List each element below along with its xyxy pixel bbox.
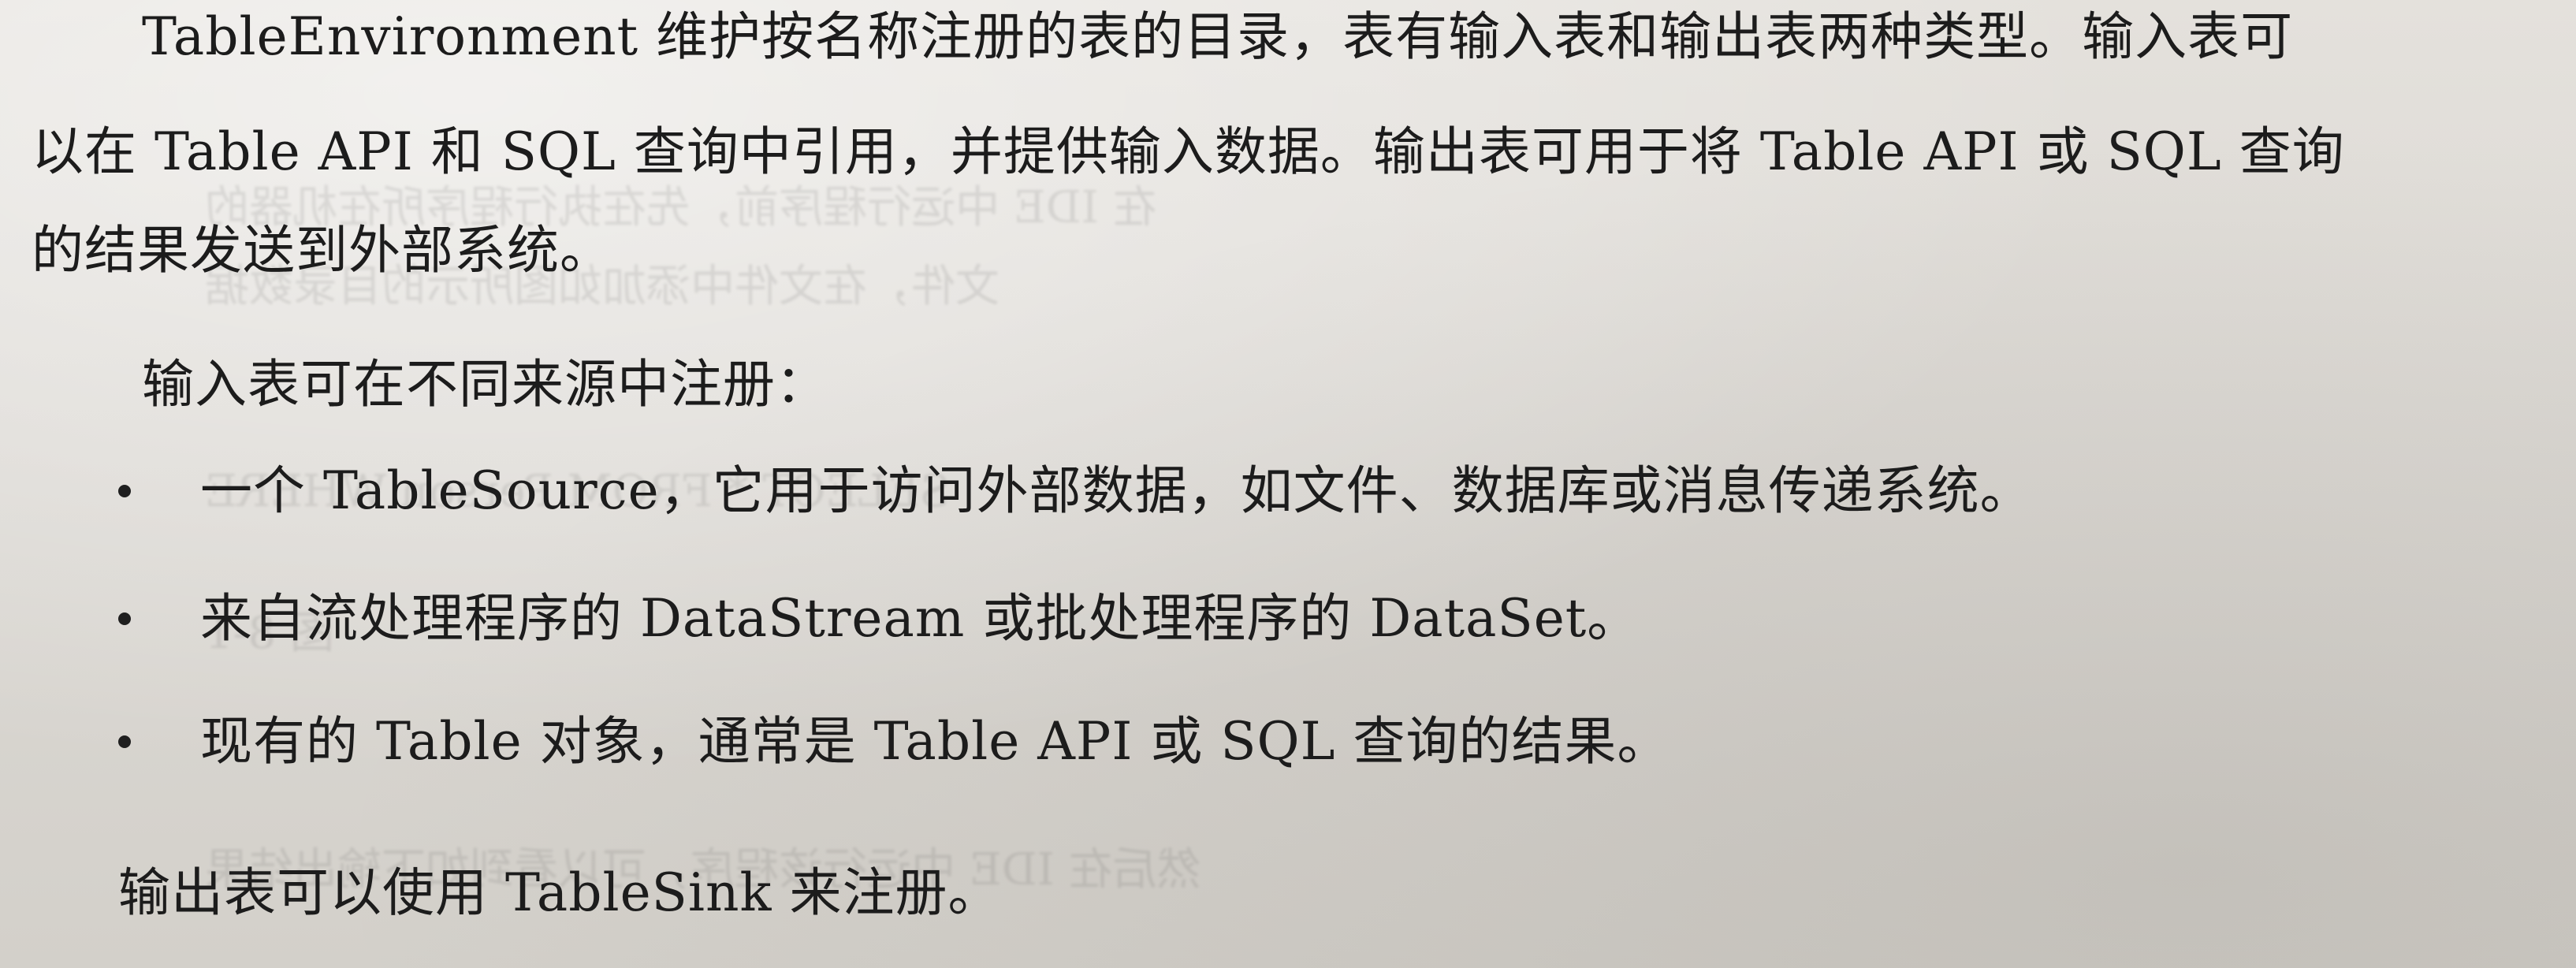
bullet-text: 来自流处理程序的 DataStream 或批处理程序的 DataSet。	[200, 588, 1640, 649]
bullet-icon	[118, 735, 131, 748]
bullet-icon	[118, 612, 131, 625]
paragraph-1-line-1: TableEnvironment 维护按名称注册的表的目录，表有输入表和输出表两…	[142, 6, 2294, 67]
bullet-text: 现有的 Table 对象，通常是 Table API 或 SQL 查询的结果。	[200, 711, 1670, 772]
paragraph-1-line-3: 的结果发送到外部系统。	[32, 220, 612, 281]
bullet-item-datastream: 来自流处理程序的 DataStream 或批处理程序的 DataSet。	[118, 593, 1640, 645]
bullet-item-table-object: 现有的 Table 对象，通常是 Table API 或 SQL 查询的结果。	[118, 716, 1670, 768]
bullet-icon	[118, 485, 131, 497]
paragraph-1-line-2: 以在 Table API 和 SQL 查询中引用，并提供输入数据。输出表可用于将…	[32, 121, 2345, 182]
input-sources-intro: 输入表可在不同来源中注册：	[142, 354, 828, 415]
output-table-closing: 输出表可以使用 TableSink 来注册。	[118, 862, 1001, 923]
scanned-page: 在 IDE 中运行程序前，先在执行程序所在机器的 文件，在文件中添加如图所示的目…	[0, 0, 2576, 968]
document-body: TableEnvironment 维护按名称注册的表的目录，表有输入表和输出表两…	[0, 0, 2576, 968]
bullet-item-table-source: 一个 TableSource，它用于访问外部数据，如文件、数据库或消息传递系统。	[118, 465, 2033, 517]
bullet-text: 一个 TableSource，它用于访问外部数据，如文件、数据库或消息传递系统。	[200, 460, 2033, 521]
